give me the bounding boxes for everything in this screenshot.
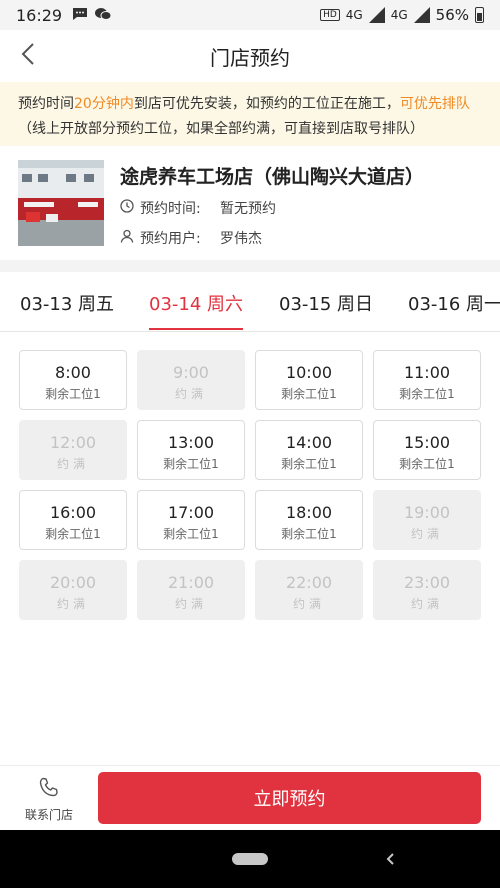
signal-icon-2 <box>413 7 430 23</box>
slot-status: 约满 <box>410 597 443 611</box>
active-tab-indicator <box>149 328 243 330</box>
back-arrow-icon <box>21 43 35 69</box>
phone-icon <box>37 777 61 804</box>
date-tabs: 03-13 周五 03-14 周六 03-15 周日 03-16 周一 <box>0 272 500 332</box>
tab-03-16[interactable]: 03-16 周一 <box>408 290 500 316</box>
store-photo <box>18 160 104 246</box>
battery-icon <box>475 7 484 23</box>
tab-03-14[interactable]: 03-14 周六 <box>149 290 243 316</box>
slot-status: 剩余工位1 <box>45 527 101 541</box>
user-icon <box>120 229 134 247</box>
notice-text-3: （线上开放部分预约工位，如果全部约满，可直接到店取号排队） <box>18 121 424 137</box>
slot-status: 剩余工位1 <box>163 527 219 541</box>
header: 门店预约 <box>0 30 500 82</box>
slot-status: 剩余工位1 <box>281 457 337 471</box>
slot-time: 18:00 <box>285 503 333 522</box>
status-bar: 16:29 HD 4G 4G 56% <box>0 0 500 30</box>
system-nav-bar <box>0 830 500 888</box>
section-divider <box>0 260 500 272</box>
time-slot-1300[interactable]: 13:00 剩余工位1 <box>137 420 245 480</box>
tab-03-13[interactable]: 03-13 周五 <box>20 290 114 316</box>
slot-status: 约满 <box>410 527 443 541</box>
booking-user-value: 罗伟杰 <box>220 231 262 247</box>
time-slot-900: 9:00 约满 <box>137 350 245 410</box>
slot-status: 剩余工位1 <box>399 457 455 471</box>
notice-highlight-1: 20分钟内 <box>74 96 134 112</box>
notice-text-1: 预约时间 <box>18 96 74 112</box>
slot-time: 23:00 <box>403 573 451 592</box>
time-slot-1700[interactable]: 17:00 剩余工位1 <box>137 490 245 550</box>
slot-time: 13:00 <box>167 433 215 452</box>
contact-store-label: 联系门店 <box>24 808 73 822</box>
slot-status: 剩余工位1 <box>281 387 337 401</box>
store-info: 途虎养车工场店（佛山陶兴大道店） 预约时间: 暂无预约 预约用户: 罗伟杰 <box>0 146 500 260</box>
slot-status: 约满 <box>174 387 207 401</box>
hd-badge: HD <box>320 9 340 21</box>
booking-time-label: 预约时间: <box>140 201 201 217</box>
time-slot-1800[interactable]: 18:00 剩余工位1 <box>255 490 363 550</box>
time-slot-1900: 19:00 约满 <box>373 490 481 550</box>
time-slot-1400[interactable]: 14:00 剩余工位1 <box>255 420 363 480</box>
slot-time: 9:00 <box>173 363 209 382</box>
slot-status: 剩余工位1 <box>399 387 455 401</box>
slot-time: 14:00 <box>285 433 333 452</box>
time-slot-1000[interactable]: 10:00 剩余工位1 <box>255 350 363 410</box>
notice-text-2: 到店可优先安装，如预约的工位正在施工， <box>133 96 400 112</box>
system-back-icon <box>380 853 402 876</box>
slot-status: 约满 <box>56 457 89 471</box>
time-slot-2100: 21:00 约满 <box>137 560 245 620</box>
time-slot-1100[interactable]: 11:00 剩余工位1 <box>373 350 481 410</box>
slot-status: 约满 <box>174 597 207 611</box>
time-slot-1500[interactable]: 15:00 剩余工位1 <box>373 420 481 480</box>
status-indicators: HD 4G 4G 56% <box>320 6 484 24</box>
time-slot-1200: 12:00 约满 <box>19 420 127 480</box>
bottom-action-bar: 联系门店 立即预约 <box>0 765 500 830</box>
booking-time-row: 预约时间: 暂无预约 <box>120 198 276 218</box>
slot-time: 8:00 <box>55 363 91 382</box>
clock-icon <box>120 199 134 217</box>
home-pill-button[interactable] <box>232 853 268 865</box>
store-name: 途虎养车工场店（佛山陶兴大道店） <box>120 166 425 188</box>
system-back-button[interactable] <box>380 846 402 872</box>
notice-banner: 预约时间20分钟内到店可优先安装，如预约的工位正在施工，可优先排队 （线上开放部分… <box>0 82 500 146</box>
booking-user-row: 预约用户: 罗伟杰 <box>120 228 262 248</box>
slot-status: 剩余工位1 <box>281 527 337 541</box>
slot-status: 剩余工位1 <box>163 457 219 471</box>
time-slot-800[interactable]: 8:00 剩余工位1 <box>19 350 127 410</box>
slot-time: 20:00 <box>49 573 97 592</box>
time-slot-2000: 20:00 约满 <box>19 560 127 620</box>
network-type-2: 4G <box>390 8 408 22</box>
network-type-1: 4G <box>345 8 363 22</box>
back-button[interactable] <box>12 40 44 72</box>
battery-percent: 56% <box>435 6 469 24</box>
notice-highlight-2: 可优先排队 <box>399 96 470 112</box>
slot-time: 10:00 <box>285 363 333 382</box>
book-now-button[interactable]: 立即预约 <box>98 772 481 824</box>
slot-time: 19:00 <box>403 503 451 522</box>
signal-icon <box>368 7 385 23</box>
slot-status: 约满 <box>292 597 325 611</box>
slot-time: 15:00 <box>403 433 451 452</box>
wechat-icon <box>94 7 112 24</box>
message-icon <box>72 7 88 24</box>
slot-status: 约满 <box>56 597 89 611</box>
slot-time: 22:00 <box>285 573 333 592</box>
slot-time: 21:00 <box>167 573 215 592</box>
booking-time-value: 暂无预约 <box>220 201 276 217</box>
booking-user-label: 预约用户: <box>140 231 201 247</box>
status-time: 16:29 <box>16 5 63 25</box>
slot-time: 11:00 <box>403 363 451 382</box>
contact-store-button[interactable]: 联系门店 <box>20 776 78 823</box>
tab-03-15[interactable]: 03-15 周日 <box>279 290 373 316</box>
slot-time: 16:00 <box>49 503 97 522</box>
slot-status: 剩余工位1 <box>45 387 101 401</box>
time-slot-1600[interactable]: 16:00 剩余工位1 <box>19 490 127 550</box>
slot-time: 17:00 <box>167 503 215 522</box>
time-slot-2300: 23:00 约满 <box>373 560 481 620</box>
page-title: 门店预约 <box>210 45 290 70</box>
time-slot-2200: 22:00 约满 <box>255 560 363 620</box>
slot-time: 12:00 <box>49 433 97 452</box>
